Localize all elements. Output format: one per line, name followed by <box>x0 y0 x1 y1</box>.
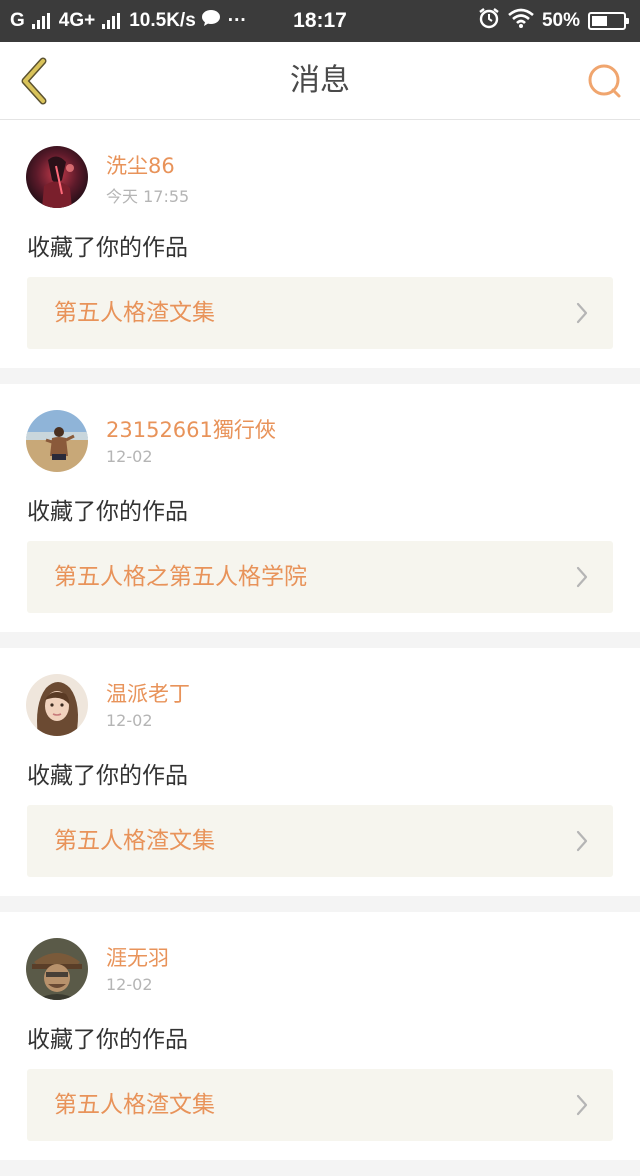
username[interactable]: 温派老丁 <box>106 678 190 708</box>
signal-icon <box>31 13 50 29</box>
avatar[interactable] <box>26 938 88 1000</box>
message-time: 今天 17:55 <box>106 187 190 206</box>
chevron-right-icon <box>576 830 588 852</box>
message-time: 12-02 <box>106 447 153 466</box>
message-action: 收藏了你的作品 <box>27 235 188 261</box>
message-card: 温派老丁 12-02 收藏了你的作品 第五人格渣文集 <box>0 648 640 896</box>
battery-label: 50% <box>541 10 580 31</box>
work-link[interactable]: 第五人格渣文集 <box>27 1069 613 1141</box>
chevron-right-icon <box>576 1094 588 1116</box>
work-title: 第五人格之第五人格学院 <box>54 564 307 590</box>
message-card: 涯无羽 12-02 收藏了你的作品 第五人格渣文集 <box>0 912 640 1160</box>
speed-label: 10.5K/s <box>129 10 196 31</box>
message-action: 收藏了你的作品 <box>27 499 188 525</box>
work-title: 第五人格渣文集 <box>54 828 215 854</box>
status-left: G 4G+ 10.5K/s ··· <box>10 0 247 42</box>
chat-bubble-icon <box>201 9 221 33</box>
chevron-right-icon <box>576 566 588 588</box>
more-dots: ··· <box>227 10 247 31</box>
alarm-icon <box>478 7 500 35</box>
work-link[interactable]: 第五人格之第五人格学院 <box>27 541 613 613</box>
status-time: 18:17 <box>293 9 347 32</box>
work-title: 第五人格渣文集 <box>54 300 215 326</box>
status-bar: G 4G+ 10.5K/s ··· 18:17 50% <box>0 0 640 42</box>
work-title: 第五人格渣文集 <box>54 1092 215 1118</box>
search-button[interactable] <box>582 58 628 104</box>
username[interactable]: 23152661獨行俠 <box>106 414 276 444</box>
work-link[interactable]: 第五人格渣文集 <box>27 805 613 877</box>
avatar[interactable] <box>26 674 88 736</box>
wifi-icon <box>508 8 534 34</box>
message-list: 洗尘86 今天 17:55 收藏了你的作品 第五人格渣文集 23152661獨行… <box>0 120 640 1176</box>
signal-icon-2 <box>102 13 121 29</box>
page-title: 消息 <box>290 63 350 98</box>
search-icon <box>588 64 621 98</box>
username[interactable]: 洗尘86 <box>106 150 175 180</box>
status-right: 50% <box>478 0 630 42</box>
message-action: 收藏了你的作品 <box>27 1027 188 1053</box>
carrier-label: G <box>10 10 25 31</box>
avatar[interactable] <box>26 146 88 208</box>
battery-fill <box>592 16 607 26</box>
work-link[interactable]: 第五人格渣文集 <box>27 277 613 349</box>
message-time: 12-02 <box>106 711 153 730</box>
username[interactable]: 涯无羽 <box>106 942 169 972</box>
chevron-right-icon <box>576 302 588 324</box>
message-action: 收藏了你的作品 <box>27 763 188 789</box>
message-time: 12-02 <box>106 975 153 994</box>
message-card: 23152661獨行俠 12-02 收藏了你的作品 第五人格之第五人格学院 <box>0 384 640 632</box>
network-label: 4G+ <box>58 10 96 31</box>
message-card: 洗尘86 今天 17:55 收藏了你的作品 第五人格渣文集 <box>0 120 640 368</box>
app-header: 消息 <box>0 42 640 120</box>
avatar[interactable] <box>26 410 88 472</box>
battery-icon <box>588 12 629 30</box>
